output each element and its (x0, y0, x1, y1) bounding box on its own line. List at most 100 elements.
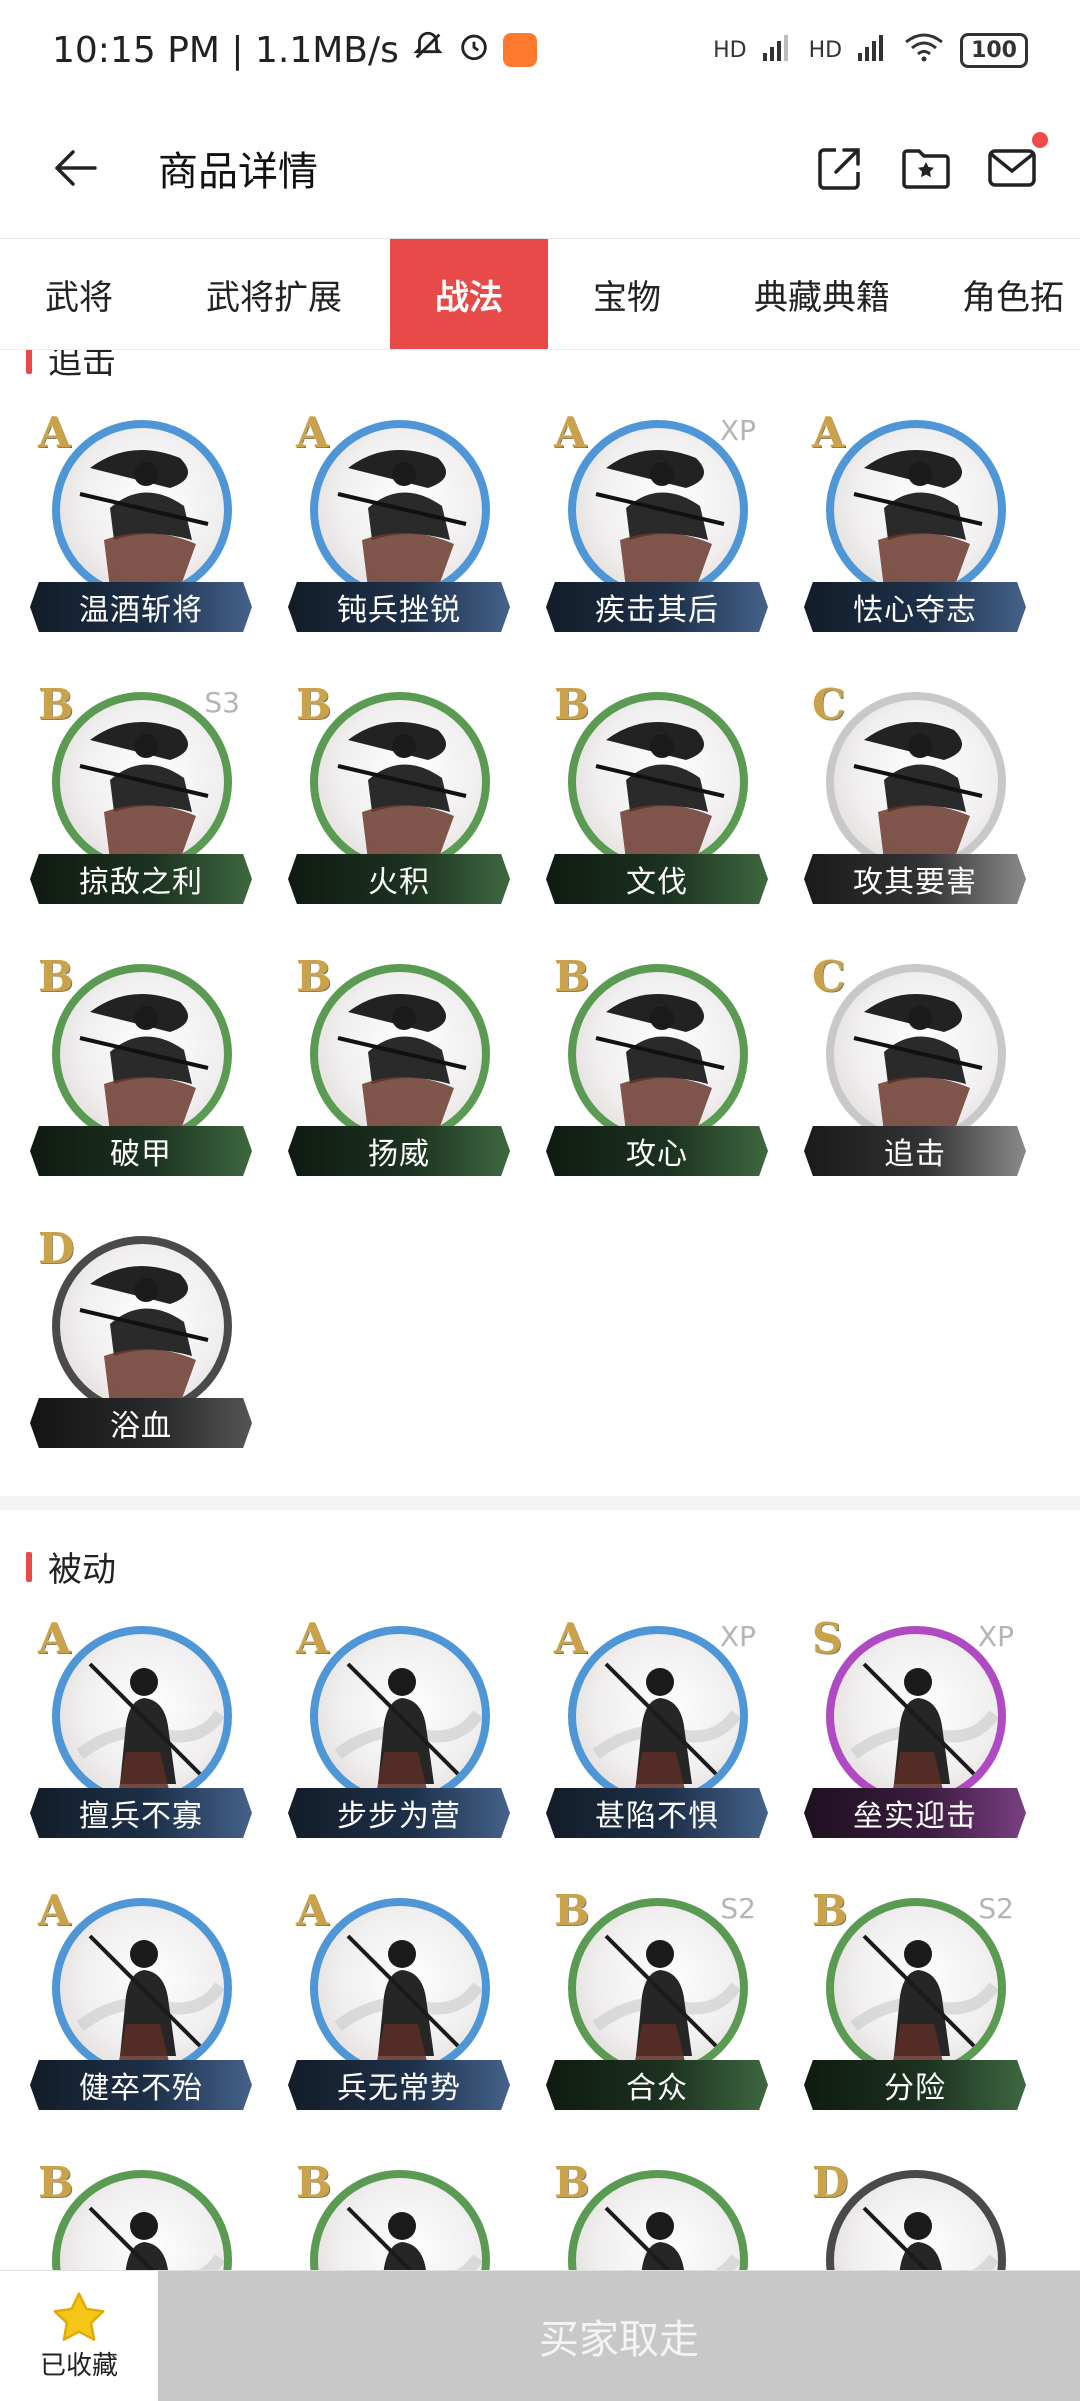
skill-portrait (826, 1898, 1006, 2078)
tab-tactics[interactable]: 战法 (390, 239, 548, 349)
skill-card[interactable]: A XP 疾击其后 (546, 406, 786, 646)
skill-tag: XP (719, 414, 756, 447)
skill-portrait (52, 964, 232, 1144)
skill-name: 合众 (546, 2060, 768, 2110)
skill-card[interactable]: C 追击 (804, 950, 1044, 1190)
skill-tag: XP (719, 1620, 756, 1653)
favorite-label: 已收藏 (39, 2350, 118, 2381)
skill-card[interactable]: B 攻心 (546, 950, 786, 1190)
skill-name: 火积 (288, 854, 510, 904)
skill-name: 攻其要害 (804, 854, 1026, 904)
share-button[interactable] (812, 140, 868, 196)
skill-portrait (52, 420, 232, 600)
skill-grade-badge: C (812, 680, 846, 729)
skill-portrait (826, 964, 1006, 1144)
skill-portrait (310, 1626, 490, 1806)
page-title: 商品详情 (158, 149, 318, 195)
tab-treasures[interactable]: 宝物 (548, 239, 706, 349)
tab-role-expansion[interactable]: 角色拓 (938, 239, 1080, 349)
skill-card[interactable]: A 健卒不殆 (30, 1884, 270, 2124)
section-title-text: 追击 (48, 350, 116, 382)
buy-button[interactable]: 买家取走 (158, 2271, 1080, 2401)
skill-portrait (310, 2170, 490, 2270)
skill-name: 温酒斩将 (30, 582, 252, 632)
tab-collection-books[interactable]: 典藏典籍 (706, 239, 938, 349)
skill-grade-badge: A (554, 1614, 587, 1663)
skill-card[interactable]: A 兵无常势 (288, 1884, 528, 2124)
skill-portrait (310, 1898, 490, 2078)
skill-portrait (568, 692, 748, 872)
tab-generals[interactable]: 武将 (0, 239, 158, 349)
skill-card[interactable]: B S2 合众 (546, 1884, 786, 2124)
skill-portrait (568, 2170, 748, 2270)
skill-card[interactable]: C 攻其要害 (804, 678, 1044, 918)
share-icon (818, 148, 860, 190)
skill-card[interactable]: A 怯心夺志 (804, 406, 1044, 646)
messages-button[interactable] (984, 132, 1048, 196)
favorite-button[interactable]: 已收藏 (0, 2271, 158, 2401)
skill-grade-badge: A (38, 1886, 71, 1935)
skill-grade-badge: B (38, 952, 74, 1001)
skill-portrait (52, 2170, 232, 2270)
skill-portrait (52, 1236, 232, 1416)
top-app-bar: 商品详情 (0, 100, 1080, 236)
back-button[interactable] (40, 133, 110, 203)
status-right: HD HD 100 (713, 32, 1028, 68)
skill-name: 疾击其后 (546, 582, 768, 632)
skill-card[interactable]: A 擅兵不寡 (30, 1612, 270, 1852)
skill-portrait (52, 1626, 232, 1806)
skill-portrait (568, 420, 748, 600)
battery-indicator: 100 (960, 32, 1028, 68)
notification-dot (1032, 132, 1048, 148)
skill-portrait (52, 692, 232, 872)
skill-portrait (52, 1898, 232, 2078)
skill-portrait (310, 964, 490, 1144)
section-divider (0, 1496, 1080, 1510)
mail-icon (988, 149, 1036, 187)
skill-name: 分险 (804, 2060, 1026, 2110)
section-title-pursuit: 追击 (26, 350, 116, 383)
section-accent-bar (26, 1551, 32, 1582)
skill-name: 步步为营 (288, 1788, 510, 1838)
bell-muted-icon (411, 29, 445, 72)
skill-card[interactable]: A 步步为营 (288, 1612, 528, 1852)
skill-card[interactable]: B 火积 (288, 678, 528, 918)
skill-portrait (568, 1626, 748, 1806)
skill-grade-badge: A (296, 1886, 329, 1935)
skill-card[interactable]: B S2 分险 (804, 1884, 1044, 2124)
signal-icon-1 (762, 33, 793, 67)
skill-card[interactable]: B 扬威 (288, 950, 528, 1190)
skill-card[interactable]: B 文伐 (546, 678, 786, 918)
skill-card[interactable]: D 浴血 (30, 1222, 270, 1462)
skill-card[interactable]: B 破甲 (30, 950, 270, 1190)
favorites-folder-button[interactable] (898, 140, 954, 196)
status-bar: 10:15 PM | 1.1MB/s HD HD 100 (0, 0, 1080, 100)
skill-card[interactable]: B (546, 2156, 786, 2270)
skill-portrait (826, 1626, 1006, 1806)
skill-portrait (826, 420, 1006, 600)
skill-card[interactable]: S XP 垒实迎击 (804, 1612, 1044, 1852)
skill-card[interactable]: B (288, 2156, 528, 2270)
skill-portrait (310, 692, 490, 872)
skill-portrait (826, 2170, 1006, 2270)
tactics-content[interactable]: 追击 A 温酒斩将 A 钝兵挫锐 A XP 疾击其后 A 怯心夺志 B S3 掠敌之利 B 火积 B 文伐 C 攻… (0, 350, 1080, 2270)
skill-grade-badge: B (554, 952, 590, 1001)
signal-icon-2 (858, 33, 888, 67)
signal-hd-label-1: HD (713, 37, 747, 63)
skill-tag: S3 (204, 686, 240, 719)
category-tabs: 武将 武将扩展 战法 宝物 典藏典籍 角色拓 (0, 238, 1080, 350)
star-icon (53, 2291, 105, 2341)
skill-grade-badge: B (296, 680, 332, 729)
skill-card[interactable]: A XP 甚陷不惧 (546, 1612, 786, 1852)
back-arrow-icon (55, 150, 97, 186)
skill-portrait (310, 420, 490, 600)
skill-card[interactable]: B (30, 2156, 270, 2270)
skill-card[interactable]: A 钝兵挫锐 (288, 406, 528, 646)
skill-card[interactable]: B S3 掠敌之利 (30, 678, 270, 918)
section-title-passive: 被动 (26, 1542, 116, 1591)
folder-star-icon (902, 149, 950, 189)
skill-card[interactable]: A 温酒斩将 (30, 406, 270, 646)
skill-grade-badge: B (296, 952, 332, 1001)
tab-generals-extension[interactable]: 武将扩展 (158, 239, 390, 349)
skill-card[interactable]: D (804, 2156, 1044, 2270)
